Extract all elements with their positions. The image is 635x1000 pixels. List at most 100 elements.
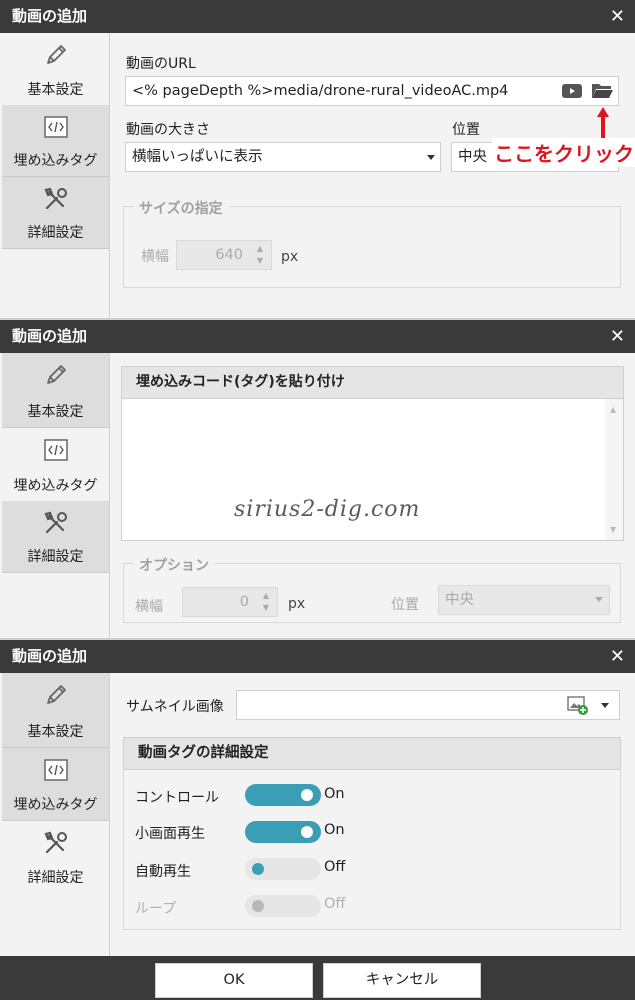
- tab-basic-settings[interactable]: 基本設定: [2, 673, 109, 748]
- pencil-icon: [47, 685, 66, 704]
- width-value: 0: [239, 594, 249, 610]
- pencil-icon: [47, 45, 66, 64]
- options-group-title: オプション: [133, 555, 215, 575]
- width-stepper[interactable]: 0 ▲ ▼: [182, 587, 278, 617]
- width-value: 640: [215, 247, 243, 263]
- embed-code-textarea[interactable]: ▲ ▼ sirius2-dig.com: [121, 399, 624, 541]
- tab-detail-label: 詳細設定: [27, 870, 84, 886]
- code-tag-icon: [44, 759, 68, 781]
- textarea-scrollbar[interactable]: ▲ ▼: [605, 399, 623, 540]
- thumbnail-select[interactable]: [236, 690, 620, 720]
- toggle-knob: [252, 863, 264, 875]
- tab-basic-label: 基本設定: [27, 724, 84, 740]
- dialog-title: 動画の追加: [12, 7, 88, 25]
- toggle-knob: [301, 789, 313, 801]
- dialog-sidebar: 基本設定 埋め込みタグ 詳細設定: [2, 33, 109, 249]
- position-label: 位置: [391, 597, 419, 613]
- pip-label: 小画面再生: [135, 826, 205, 842]
- tab-basic-label: 基本設定: [27, 82, 84, 98]
- controls-state: On: [324, 786, 345, 802]
- pip-toggle[interactable]: [245, 821, 321, 843]
- click-here-annotation: ここをクリック: [492, 138, 635, 167]
- stepper-up-icon[interactable]: ▲: [257, 245, 263, 253]
- dialog-sidebar: 基本設定 埋め込みタグ 詳細設定: [2, 673, 109, 893]
- position-label: 位置: [452, 122, 480, 138]
- dialog-title: 動画の追加: [12, 647, 88, 665]
- controls-toggle[interactable]: [245, 784, 321, 806]
- stepper-down-icon[interactable]: ▼: [263, 604, 269, 612]
- url-input[interactable]: <% pageDepth %>media/drone-rural_videoAC…: [125, 76, 619, 106]
- dialog-titlebar: 動画の追加 ✕: [0, 640, 635, 673]
- dialog-titlebar: 動画の追加 ✕: [0, 320, 635, 353]
- chevron-down-icon: [601, 703, 609, 708]
- arrow-up-icon: [597, 107, 609, 139]
- detail-settings-header: 動画タグの詳細設定: [123, 737, 621, 770]
- tab-detail-settings[interactable]: 詳細設定: [2, 501, 109, 573]
- tab-embed-tag[interactable]: 埋め込みタグ: [2, 428, 109, 501]
- tab-embed-tag[interactable]: 埋め込みタグ: [2, 748, 109, 821]
- youtube-play-icon[interactable]: [562, 83, 582, 99]
- autoplay-state: Off: [324, 859, 346, 875]
- close-icon[interactable]: ✕: [610, 640, 625, 673]
- cancel-button[interactable]: キャンセル: [323, 963, 481, 998]
- tab-embed-label: 埋め込みタグ: [13, 797, 98, 813]
- tab-detail-label: 詳細設定: [27, 549, 84, 565]
- scroll-down-icon[interactable]: ▼: [610, 525, 616, 534]
- tab-embed-label: 埋め込みタグ: [13, 478, 98, 494]
- code-tag-icon: [44, 439, 68, 461]
- dialog-button-bar: [0, 956, 635, 1000]
- code-tag-icon: [44, 116, 68, 138]
- size-select[interactable]: 横幅いっぱいに表示: [125, 142, 441, 172]
- autoplay-toggle[interactable]: [245, 858, 321, 880]
- tab-detail-settings[interactable]: 詳細設定: [2, 821, 109, 893]
- width-label: 横幅: [141, 249, 169, 265]
- image-add-icon[interactable]: [567, 696, 589, 716]
- controls-label: コントロール: [135, 790, 219, 806]
- close-icon[interactable]: ✕: [610, 0, 625, 33]
- thumbnail-label: サムネイル画像: [126, 699, 224, 715]
- scroll-up-icon[interactable]: ▲: [610, 405, 616, 414]
- dialog-sidebar: 基本設定 埋め込みタグ 詳細設定: [2, 353, 109, 573]
- ok-button[interactable]: OK: [155, 963, 313, 998]
- loop-label: ループ: [135, 901, 177, 917]
- folder-open-icon[interactable]: [591, 81, 613, 99]
- url-label: 動画のURL: [126, 56, 196, 72]
- width-unit: px: [288, 596, 306, 612]
- position-select[interactable]: 中央: [438, 585, 610, 615]
- tab-detail-settings[interactable]: 詳細設定: [2, 177, 109, 249]
- dialog-title: 動画の追加: [12, 327, 88, 345]
- width-label: 横幅: [135, 599, 163, 615]
- sidebar-divider: [109, 353, 110, 638]
- tab-detail-label: 詳細設定: [27, 225, 84, 241]
- tab-basic-settings[interactable]: 基本設定: [2, 33, 109, 105]
- tab-embed-label: 埋め込みタグ: [13, 153, 98, 169]
- width-unit: px: [281, 249, 299, 265]
- close-icon[interactable]: ✕: [610, 320, 625, 353]
- pencil-icon: [47, 365, 66, 384]
- size-label: 動画の大きさ: [126, 122, 210, 138]
- stepper-up-icon[interactable]: ▲: [263, 592, 269, 600]
- stepper-down-icon[interactable]: ▼: [257, 257, 263, 265]
- tab-embed-tag[interactable]: 埋め込みタグ: [2, 105, 109, 177]
- loop-state: Off: [324, 896, 346, 912]
- embed-code-header: 埋め込みコード(タグ)を貼り付け: [121, 366, 624, 399]
- watermark: sirius2-dig.com: [234, 497, 421, 522]
- autoplay-label: 自動再生: [135, 864, 191, 880]
- pip-state: On: [324, 822, 345, 838]
- video-add-dialog-basic: 動画の追加 ✕ 基本設定 埋め込みタグ 詳細設定 動画のURL <% pageD…: [0, 0, 635, 318]
- wrench-screwdriver-icon: [44, 187, 67, 210]
- chevron-down-icon: [427, 155, 435, 160]
- dialog-titlebar: 動画の追加 ✕: [0, 0, 635, 33]
- width-stepper[interactable]: 640 ▲ ▼: [176, 240, 272, 270]
- wrench-screwdriver-icon: [44, 511, 67, 534]
- toggle-knob: [301, 826, 313, 838]
- tab-basic-settings[interactable]: 基本設定: [2, 353, 109, 428]
- size-group-title: サイズの指定: [133, 198, 229, 218]
- video-add-dialog-detail: 動画の追加 ✕ 基本設定 埋め込みタグ 詳細設定 サムネイル画像 動画タグの詳細…: [0, 640, 635, 956]
- loop-toggle[interactable]: [245, 895, 321, 917]
- sidebar-divider: [109, 33, 110, 318]
- chevron-down-icon: [595, 597, 603, 602]
- sidebar-divider: [109, 673, 110, 956]
- toggle-knob: [252, 900, 264, 912]
- tab-basic-label: 基本設定: [27, 404, 84, 420]
